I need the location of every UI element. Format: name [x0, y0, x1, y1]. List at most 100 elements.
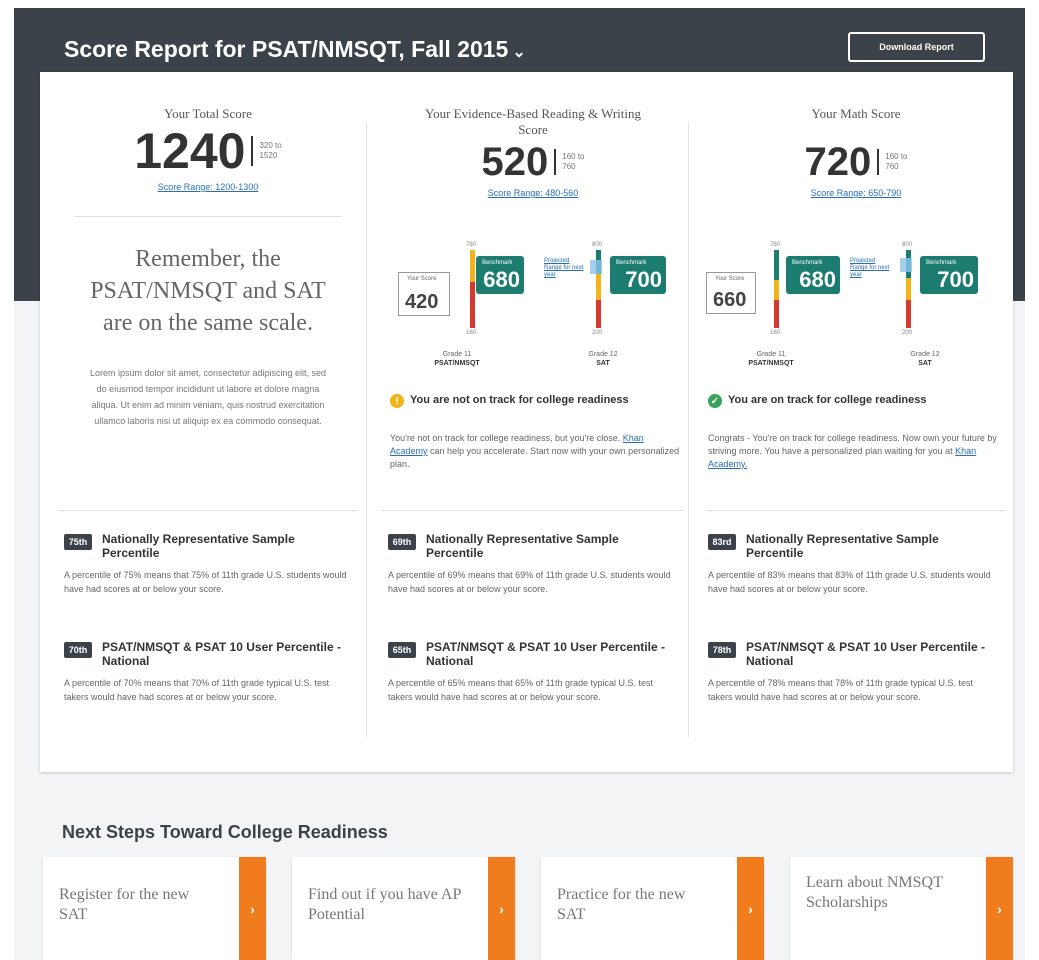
math-scale-min: 160 to: [885, 152, 908, 161]
status-text: You're not on track for college readines…: [390, 433, 621, 443]
percentile-badge: 83rd: [708, 534, 736, 550]
projected-range-link[interactable]: Projected Range for next year: [544, 258, 584, 279]
your-score-label: Your Score: [715, 276, 745, 282]
grade-label: Grade 11 PSAT/NMSQT: [412, 350, 502, 368]
percentile-block: 70th PSAT/NMSQT & PSAT 10 User Percentile…: [64, 640, 352, 704]
percentile-title: PSAT/NMSQT & PSAT 10 User Percentile - N…: [746, 640, 985, 668]
benchmark-value: 680: [799, 267, 836, 292]
percentile-description: A percentile of 75% means that 75% of 11…: [64, 570, 347, 594]
divider: [58, 510, 358, 511]
report-title-dropdown[interactable]: Score Report for PSAT/NMSQT, Fall 2015 ⌄: [64, 36, 526, 63]
percentile-description: A percentile of 78% means that 78% of 11…: [708, 678, 973, 702]
math-scale-max: 760: [885, 162, 899, 171]
scale-bar-top: [774, 250, 779, 280]
scale-bar-upper: [774, 280, 779, 300]
chevron-right-icon[interactable]: ›: [737, 857, 764, 960]
total-score-value: 1240: [134, 123, 246, 179]
ebrw-score-scale: 160 to 760: [562, 152, 584, 172]
next-step-nmsqt-scholarships[interactable]: Learn about NMSQT Scholarships ›: [790, 857, 1013, 960]
next-step-label: Find out if you have AP Potential: [308, 886, 461, 923]
benchmark-badge: Benchmark 680: [476, 256, 524, 294]
projected-range-marker: [900, 258, 912, 272]
percentile-badge: 69th: [388, 534, 416, 550]
score-divider: [251, 136, 254, 166]
percentile-block: 65th PSAT/NMSQT & PSAT 10 User Percentile…: [388, 640, 676, 704]
math-score-range-link[interactable]: Score Range: 650-790: [706, 188, 1006, 198]
benchmark-value: 700: [625, 267, 662, 292]
grade-name: Grade 11: [442, 351, 472, 358]
scale-bar-lower: [470, 282, 475, 328]
math-score-scale: 160 to 760: [885, 152, 907, 172]
percentile-badge: 65th: [388, 642, 416, 658]
percentile-title: PSAT/NMSQT & PSAT 10 User Percentile - N…: [102, 640, 341, 668]
math-score-title: Your Math Score: [811, 106, 901, 121]
grade-name: Grade 12: [910, 351, 940, 358]
status-title: You are on track for college readiness: [728, 394, 927, 406]
ebrw-readiness-status: ! You are not on track for college readi…: [390, 394, 670, 408]
percentile-description: A percentile of 65% means that 65% of 11…: [388, 678, 653, 702]
projected-range-link[interactable]: Projected Range for next year: [850, 258, 892, 279]
status-text: Congrats - You're on track for college r…: [708, 433, 997, 456]
next-step-label: Practice for the new SAT: [557, 886, 686, 923]
benchmark-value: 680: [483, 267, 520, 292]
next-step-ap-potential[interactable]: Find out if you have AP Potential ›: [292, 857, 515, 960]
download-report-button[interactable]: Download Report: [848, 32, 985, 62]
benchmark-value: 700: [937, 267, 974, 292]
tick-top: 760: [466, 242, 477, 248]
benchmark-badge: Benchmark 700: [920, 256, 978, 294]
chevron-right-icon[interactable]: ›: [488, 857, 515, 960]
column-divider: [688, 122, 689, 737]
checkmark-icon: ✓: [708, 394, 722, 408]
math-score-row: 720 160 to 760: [706, 142, 1006, 182]
psat-benchmark-panel: 760 160 Your Score 660 Benchmark 680 Gra…: [706, 220, 842, 370]
total-scale-min: 320 to: [259, 141, 282, 150]
percentile-title: Nationally Representative Sample Percent…: [746, 532, 939, 560]
benchmark-label: Benchmark: [482, 260, 513, 266]
ebrw-benchmark-graphic: 760 160 Your Score 420 Benchmark 680 Gra…: [382, 220, 684, 370]
total-score-scale: 320 to 1520: [259, 141, 281, 161]
percentile-badge: 78th: [708, 642, 736, 658]
benchmark-label: Benchmark: [792, 260, 823, 266]
sat-benchmark-panel: Projected Range for next year 800 200 Be…: [850, 220, 1006, 370]
benchmark-badge: Benchmark 680: [786, 256, 840, 294]
column-divider: [366, 122, 367, 737]
math-score-value: 720: [804, 140, 872, 184]
lorem-paragraph: Lorem ipsum dolor sit amet, consectetur …: [89, 368, 327, 426]
ebrw-score-row: 520 160 to 760: [382, 142, 684, 182]
total-score-range-link[interactable]: Score Range: 1200-1300: [58, 182, 358, 192]
scale-bar-upper: [906, 278, 911, 300]
test-name: PSAT/NMSQT: [434, 360, 480, 367]
percentile-description: A percentile of 69% means that 69% of 11…: [388, 570, 671, 594]
chevron-right-icon[interactable]: ›: [986, 857, 1013, 960]
percentile-title: PSAT/NMSQT & PSAT 10 User Percentile - N…: [426, 640, 665, 668]
ebrw-scale-max: 760: [562, 162, 576, 171]
score-divider: [554, 149, 557, 175]
projected-range-marker: [590, 260, 602, 274]
next-step-label: Register for the new SAT: [59, 886, 190, 923]
psat-benchmark-panel: 760 160 Your Score 420 Benchmark 680 Gra…: [382, 220, 528, 370]
math-status-description: Congrats - You're on track for college r…: [708, 432, 998, 471]
warning-icon: !: [390, 394, 404, 408]
grade-name: Grade 11: [756, 351, 786, 358]
status-title: You are not on track for college readine…: [410, 394, 629, 406]
percentile-title: Nationally Representative Sample Percent…: [426, 532, 619, 560]
grade-label: Grade 12 SAT: [880, 350, 970, 368]
chevron-down-icon: ⌄: [512, 44, 526, 61]
percentile-description: A percentile of 83% means that 83% of 11…: [708, 570, 991, 594]
grade-name: Grade 12: [588, 351, 618, 358]
grade-label: Grade 12 SAT: [558, 350, 648, 368]
tick-top: 800: [902, 242, 913, 248]
chevron-right-icon[interactable]: ›: [239, 857, 266, 960]
math-benchmark-graphic: 760 160 Your Score 660 Benchmark 680 Gra…: [706, 220, 1006, 370]
next-step-register-sat[interactable]: Register for the new SAT ›: [43, 857, 266, 960]
next-step-practice-sat[interactable]: Practice for the new SAT ›: [541, 857, 764, 960]
next-step-label: Learn about NMSQT Scholarships: [806, 874, 943, 911]
report-title: Score Report for PSAT/NMSQT, Fall 2015: [64, 36, 509, 62]
benchmark-badge: Benchmark 700: [610, 256, 666, 294]
percentile-description: A percentile of 70% means that 70% of 11…: [64, 678, 329, 702]
total-score-title: Your Total Score: [164, 106, 252, 121]
divider: [74, 216, 342, 217]
scale-bar-upper: [596, 274, 601, 300]
ebrw-score-range-link[interactable]: Score Range: 480-560: [382, 188, 684, 198]
same-scale-message: Remember, the PSAT/NMSQT and SAT are on …: [90, 246, 326, 336]
